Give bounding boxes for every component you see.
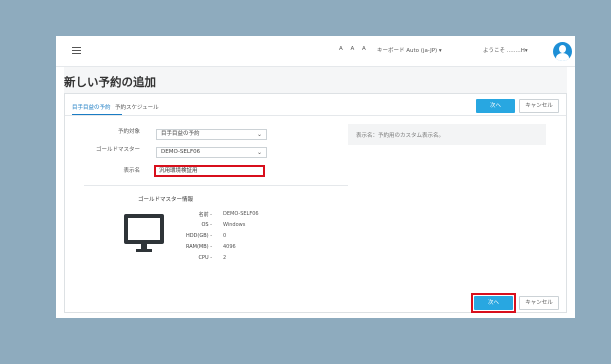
keyboard-selector[interactable]: キーボード Auto (ja-JP) ▾ [377,46,442,54]
master-select-value: DEMO-SELF06 [161,149,201,155]
help-info-panel: 表示名：予約用のカスタム表示名。 [348,124,546,145]
welcome-user-menu[interactable]: ようこそ ........H▾ [483,46,528,54]
next-button-highlight [471,293,516,313]
tab-reservation-schedule[interactable]: 予約スケジュール [115,103,159,111]
spec-os-value: Windows [223,222,246,228]
spec-hdd-key: HDD(GB) - [185,233,212,239]
target-label: 予約対象 [117,129,140,135]
hamburger-icon[interactable] [72,47,81,54]
target-select-value: 目手目益の予約 [161,131,200,137]
spec-hdd-value: 0 [223,233,227,239]
spec-cpu-key: CPU - [198,255,212,261]
spec-ram-key: RAM(MB) - [185,244,212,250]
cancel-button-bottom[interactable]: キャンセル [519,296,559,310]
gold-master-info-title: ゴールドマスター情報 [138,197,194,203]
page-title: 新しい予約の追加 [64,75,156,89]
display-name-input[interactable]: 汎用環境検証用 [154,165,265,177]
top-header: A A A キーボード Auto (ja-JP) ▾ ようこそ ........… [56,36,575,67]
next-button-top[interactable]: 次へ [476,99,515,113]
chevron-down-icon: ⌄ [256,149,262,156]
master-label: ゴールドマスター [95,147,140,153]
font-size-controls[interactable]: A A A [339,46,369,52]
cancel-button-top[interactable]: キャンセル [519,99,559,113]
spec-cpu-value: 2 [223,255,227,261]
monitor-icon [124,214,164,252]
tab-own-reservation[interactable]: 目手目益の予約 [72,103,111,111]
spec-name-key: 名前 - [198,212,212,218]
section-divider [84,185,348,186]
tab-divider [65,115,566,116]
user-avatar-icon[interactable] [553,42,572,61]
spec-os-key: OS - [201,222,212,228]
display-name-label: 表示名 [123,168,140,174]
spec-name-value: DEMO-SELF06 [223,211,259,217]
reservation-target-select[interactable]: 目手目益の予約 ⌄ [156,129,267,140]
chevron-down-icon: ⌄ [256,131,262,138]
spec-ram-value: 4096 [223,244,236,250]
gold-master-select[interactable]: DEMO-SELF06 ⌄ [156,147,267,158]
help-text: 表示名：予約用のカスタム表示名。 [356,133,445,139]
